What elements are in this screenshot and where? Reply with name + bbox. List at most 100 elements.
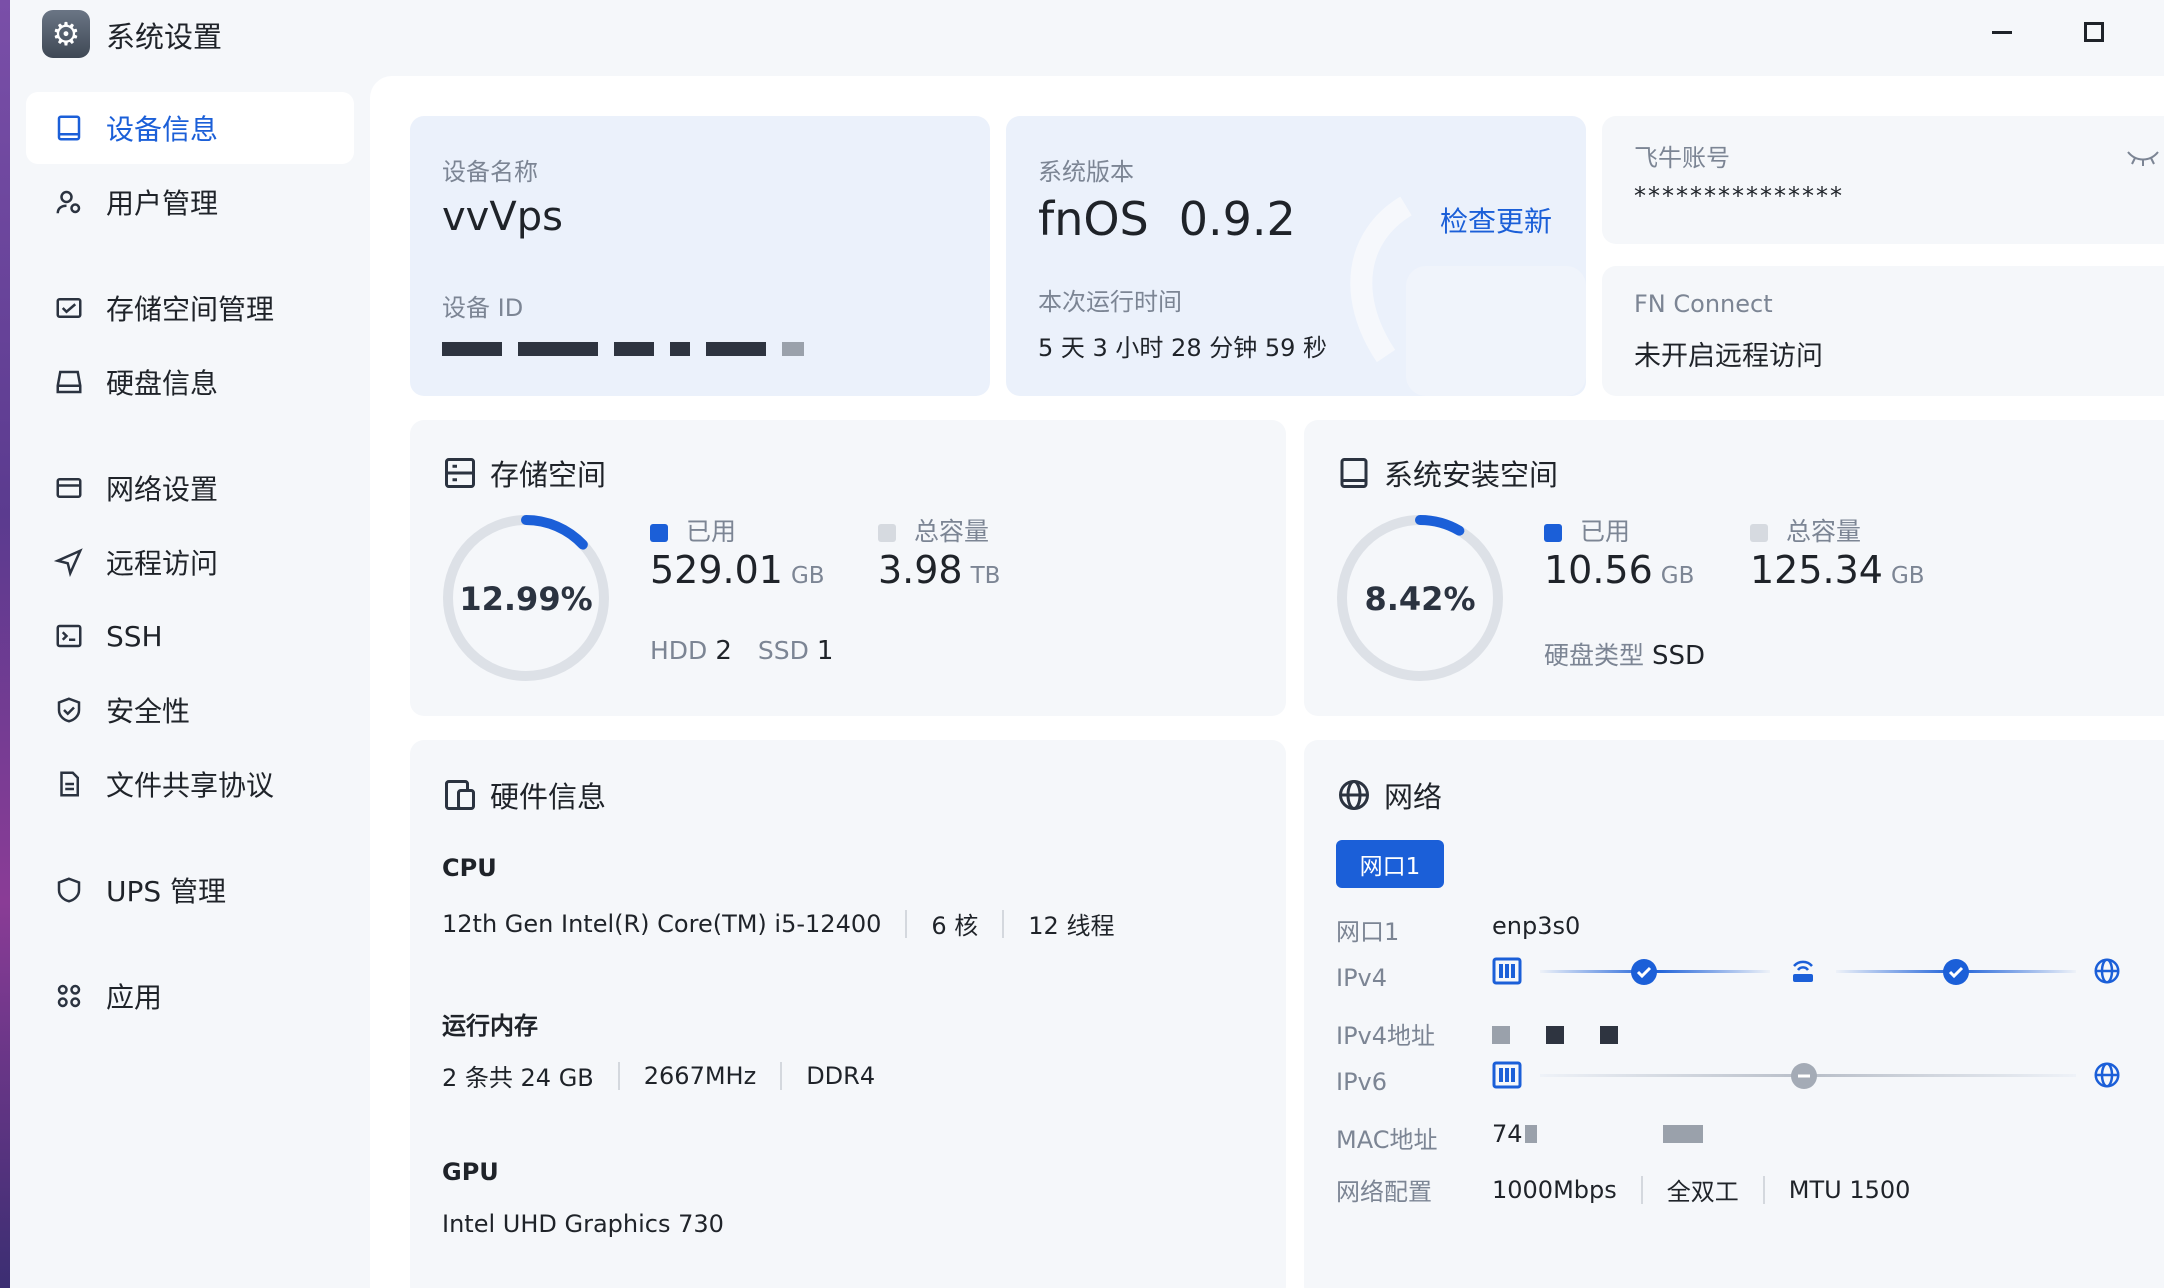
link-speed: 1000Mbps — [1492, 1175, 1617, 1204]
sidebar-item-storage[interactable]: 存储空间管理 — [26, 272, 354, 344]
sidebar-item-disk[interactable]: 硬盘信息 — [26, 346, 354, 418]
storage-icon — [52, 291, 86, 325]
desktop-wallpaper-edge — [0, 0, 10, 1288]
gpu-info: Intel UHD Graphics 730 — [442, 1210, 724, 1238]
cpu-label: CPU — [442, 854, 497, 882]
system-version: fnOS 0.9.2 — [1038, 192, 1296, 246]
network-card: 网络 网口1 网口1 enp3s0 IPv4 IPv4地址 IPv6 MAC地址… — [1304, 740, 2164, 1288]
storage-used-legend: 已用 — [650, 512, 736, 548]
total-legend-swatch — [1750, 524, 1768, 542]
device-card: 设备名称 vvVps 设备 ID — [410, 116, 990, 396]
sidebar-item-label: 存储空间管理 — [106, 293, 275, 326]
hardware-title-text: 硬件信息 — [490, 780, 607, 814]
sidebar-item-label: 应用 — [106, 981, 163, 1014]
minimize-button[interactable] — [1978, 10, 2026, 54]
system-total-label: 总容量 — [1786, 517, 1862, 546]
eye-closed-icon[interactable] — [2126, 148, 2160, 168]
gpu-label: GPU — [442, 1158, 499, 1186]
duplex-mode: 全双工 — [1666, 1178, 1739, 1206]
system-version-label: 系统版本 — [1038, 158, 1134, 186]
tab-port-1[interactable]: 网口1 — [1336, 840, 1444, 888]
shield-check-icon — [52, 693, 86, 727]
shield-icon — [52, 873, 86, 907]
window-title: 系统设置 — [106, 20, 223, 54]
sidebar-item-label: 安全性 — [106, 695, 191, 728]
ssd-count: 1 — [816, 636, 834, 666]
divider — [1002, 909, 1005, 938]
system-used-value: 10.56 GB — [1544, 548, 1694, 592]
devices-icon — [445, 780, 475, 810]
account-card: 飞牛账号 *************** — [1602, 116, 2164, 244]
sidebar-item-security[interactable]: 安全性 — [26, 674, 354, 746]
disconnected-icon — [1791, 1063, 1817, 1089]
sidebar-item-file-sharing[interactable]: 文件共享协议 — [26, 748, 354, 820]
network-icon — [52, 471, 86, 505]
internet-globe-icon — [2094, 958, 2120, 984]
device-icon — [1340, 458, 1368, 488]
system-used-unit: GB — [1660, 563, 1695, 589]
port-value: enp3s0 — [1492, 912, 1581, 940]
storage-total-value: 3.98 TB — [878, 548, 1000, 592]
cpu-cores: 6 核 — [931, 912, 979, 940]
ram-frequency: 2667MHz — [643, 1061, 757, 1090]
port-label: 网口1 — [1336, 918, 1400, 946]
system-space-card: 系统安装空间 8.42% 已用 10.56 GB 总容量 125.34 GB 硬盘类… — [1304, 420, 2164, 716]
fn-connect-card[interactable]: FN Connect 未开启远程访问 — [1602, 266, 2164, 396]
minimize-icon — [1992, 30, 2012, 34]
storage-icon — [445, 458, 475, 488]
storage-title-text: 存储空间 — [490, 458, 607, 492]
sidebar-item-ups[interactable]: UPS 管理 — [26, 854, 354, 926]
system-space-title: 系统安装空间 — [1336, 452, 1558, 494]
sidebar-item-ssh[interactable]: SSH — [26, 600, 354, 672]
sidebar-item-network[interactable]: 网络设置 — [26, 452, 354, 524]
divider — [617, 1061, 620, 1090]
divider — [780, 1061, 783, 1090]
divider — [1762, 1175, 1765, 1204]
sidebar-item-remote[interactable]: 远程访问 — [26, 526, 354, 598]
uptime-value: 5 天 3 小时 28 分钟 59 秒 — [1038, 334, 1328, 362]
hdd-label: HDD — [650, 636, 708, 665]
gear-icon: ⚙ — [42, 10, 90, 58]
mtu-value: MTU 1500 — [1788, 1175, 1911, 1204]
used-legend-swatch — [1544, 524, 1562, 542]
os-version: 0.9.2 — [1178, 192, 1296, 246]
system-used-label: 已用 — [1580, 517, 1631, 546]
storage-total-label: 总容量 — [914, 517, 990, 546]
network-config-label: 网络配置 — [1336, 1178, 1432, 1206]
check-update-link[interactable]: 检查更新 — [1440, 200, 1552, 240]
send-icon — [52, 545, 86, 579]
disk-type-label: 硬盘类型 — [1544, 641, 1645, 670]
sidebar: 设备信息 用户管理 存储空间管理 硬盘信息 网络设置 远程访问 SSH 安全性 … — [10, 72, 370, 1288]
mac-value: 74 — [1492, 1120, 1719, 1148]
sidebar-item-label: 用户管理 — [106, 187, 219, 220]
system-used-number: 10.56 — [1544, 548, 1653, 592]
storage-used-number: 529.01 — [650, 548, 783, 592]
sidebar-item-users[interactable]: 用户管理 — [26, 166, 354, 238]
network-title: 网络 — [1336, 774, 1442, 816]
sidebar-item-label: 设备信息 — [106, 113, 219, 146]
file-icon — [52, 767, 86, 801]
ram-type: DDR4 — [806, 1061, 876, 1090]
nic-icon — [1492, 957, 1522, 985]
storage-total-number: 3.98 — [878, 548, 963, 592]
ssd-label: SSD — [757, 636, 809, 665]
storage-disk-counts: HDD 2 SSD 1 — [650, 636, 833, 666]
apps-icon — [52, 979, 86, 1013]
network-config-value: 1000Mbps 全双工 MTU 1500 — [1492, 1172, 1910, 1207]
terminal-icon — [52, 619, 86, 653]
ram-label: 运行内存 — [442, 1012, 538, 1040]
sidebar-item-device-info[interactable]: 设备信息 — [26, 92, 354, 164]
system-total-unit: GB — [1890, 563, 1925, 589]
titlebar: ⚙ 系统设置 — [10, 0, 2164, 72]
mac-prefix: 74 — [1492, 1120, 1523, 1148]
check-circle-icon — [1943, 959, 1969, 985]
mac-label: MAC地址 — [1336, 1126, 1438, 1154]
storage-used-value: 529.01 GB — [650, 548, 825, 592]
maximize-button[interactable] — [2070, 10, 2118, 54]
system-total-value: 125.34 GB — [1750, 548, 1925, 592]
system-total-number: 125.34 — [1750, 548, 1883, 592]
device-name: vvVps — [442, 194, 563, 240]
sidebar-item-apps[interactable]: 应用 — [26, 960, 354, 1032]
settings-window: ⚙ 系统设置 设备信息 用户管理 存储空间管理 硬盘信息 网络设置 远程访问 S… — [10, 0, 2164, 1288]
ipv4-label: IPv4 — [1336, 964, 1388, 992]
